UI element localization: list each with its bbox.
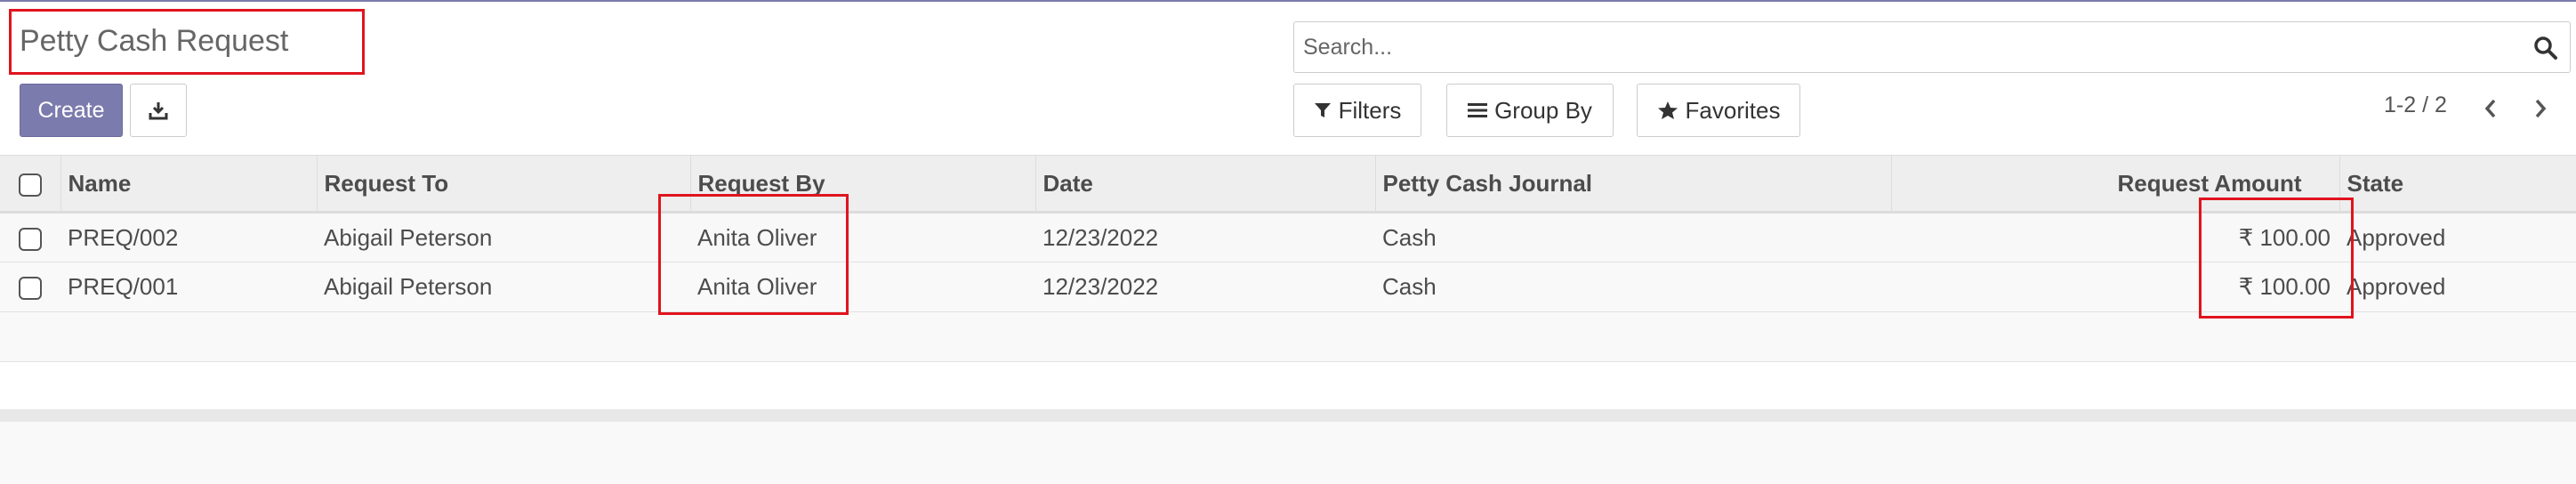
cell-date: 12/23/2022 [1042,223,1159,251]
cell-request-by: Anita Oliver [697,273,817,300]
groupby-label: Group By [1494,96,1592,124]
download-icon [149,102,168,120]
filters-button[interactable]: Filters [1293,84,1421,137]
table-footer-divider [0,409,2576,422]
groupby-button[interactable]: Group By [1446,84,1614,137]
row-checkbox[interactable] [19,227,42,251]
cell-date: 12/23/2022 [1042,273,1159,300]
column-header-date[interactable]: Date [1034,155,1375,213]
row-select-cell [0,213,60,262]
pager-next-button[interactable] [2523,91,2558,126]
list-view: Name Request To Request By Date Petty Ca… [0,155,2576,412]
filter-icon [1314,103,1331,117]
column-header-name[interactable]: Name [60,155,317,213]
column-header-request-by[interactable]: Request By [689,155,1035,213]
filters-label: Filters [1338,96,1402,124]
create-button[interactable]: Create [20,84,123,137]
search-input[interactable] [1303,29,2513,65]
row-checkbox[interactable] [19,277,42,301]
favorites-button[interactable]: Favorites [1637,84,1800,137]
cell-name: PREQ/002 [68,223,179,251]
page-title: Petty Cash Request [20,24,289,58]
column-header-journal[interactable]: Petty Cash Journal [1374,155,1891,213]
select-all-cell [0,156,60,213]
row-select-cell [0,262,60,312]
search-icon[interactable] [2532,35,2559,61]
bars-icon [1468,103,1488,117]
column-header-amount[interactable]: Request Amount [1890,155,2339,213]
cell-request-by: Anita Oliver [697,223,817,251]
column-header-request-to[interactable]: Request To [316,155,690,213]
petty-cash-table: Name Request To Request By Date Petty Ca… [0,155,2576,412]
cell-journal: Cash [1382,273,1437,300]
cell-request-to: Abigail Peterson [324,273,493,300]
control-panel: Petty Cash Request Create Filters Group … [0,2,2576,155]
select-all-checkbox[interactable] [18,173,42,197]
table-header: Name Request To Request By Date Petty Ca… [0,155,2576,213]
cell-name: PREQ/001 [68,273,179,300]
empty-row [0,311,2576,362]
table-row[interactable]: PREQ/002 Abigail Peterson Anita Oliver 1… [0,212,2576,262]
pager-previous-button[interactable] [2473,91,2508,126]
favorites-label: Favorites [1685,96,1781,124]
chevron-left-icon [2484,99,2496,118]
cell-journal: Cash [1382,223,1437,251]
pager-value[interactable]: 1-2 / 2 [2384,93,2447,118]
cell-amount: ₹ 100.00 [2238,273,2330,300]
chevron-right-icon [2535,99,2547,118]
column-header-state[interactable]: State [2339,155,2576,213]
cell-state: Approved [2347,223,2446,251]
search-box [1293,21,2571,73]
cell-state: Approved [2347,273,2446,300]
star-icon [1657,101,1678,119]
empty-row [0,361,2576,412]
table-row[interactable]: PREQ/001 Abigail Peterson Anita Oliver 1… [0,262,2576,312]
download-button[interactable] [130,84,187,137]
cell-amount: ₹ 100.00 [2238,223,2330,251]
cell-request-to: Abigail Peterson [324,223,493,251]
